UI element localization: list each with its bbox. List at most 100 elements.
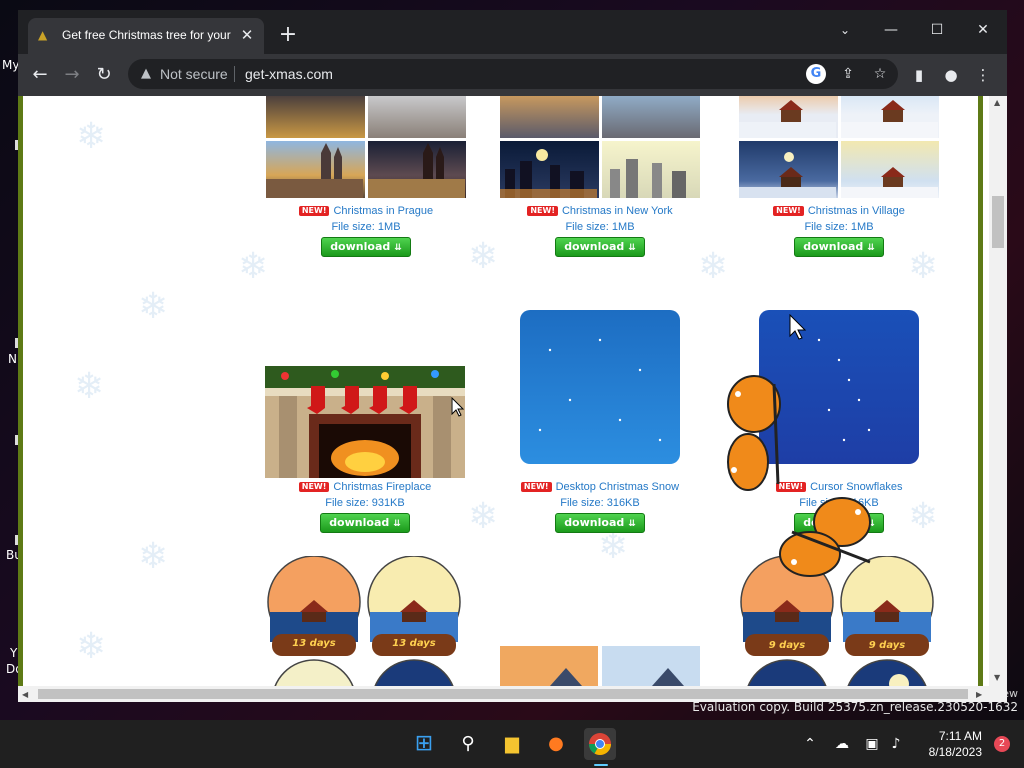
snow-globe-preview-image[interactable]: 13 days 13 days bbox=[266, 556, 466, 702]
file-size: File size: 1MB bbox=[804, 221, 874, 233]
page-border bbox=[18, 96, 23, 702]
cloud-icon[interactable]: ☁ bbox=[832, 734, 852, 754]
christmas-tree-icon: ▲ bbox=[38, 28, 48, 42]
item-title-link[interactable]: Christmas in Prague bbox=[333, 205, 433, 217]
system-clock[interactable]: 7:11 AM 8/18/2023 bbox=[929, 728, 982, 760]
download-button[interactable]: download⇊ bbox=[794, 237, 884, 257]
chevron-up-icon[interactable]: ⌃ bbox=[800, 734, 820, 754]
download-button[interactable]: download⇊ bbox=[321, 237, 411, 257]
scroll-right-icon[interactable]: ▶ bbox=[976, 690, 982, 699]
desktop-icon-label[interactable]: N bbox=[8, 352, 17, 366]
reload-icon[interactable]: ↻ bbox=[91, 62, 117, 88]
butterfly-icon bbox=[779, 497, 871, 577]
start-windows-icon[interactable]: ⊞ bbox=[408, 728, 440, 760]
snowflake-icon: ❄ bbox=[468, 236, 499, 277]
new-tab-button[interactable]: + bbox=[276, 24, 300, 48]
snowflake-icon: ❄ bbox=[76, 116, 107, 157]
browser-tab[interactable]: ▲ Get free Christmas tree for your d ✕ bbox=[28, 18, 264, 54]
close-window-button[interactable]: ✕ bbox=[963, 16, 1003, 44]
scroll-up-icon[interactable]: ▲ bbox=[994, 98, 1000, 107]
page-border bbox=[978, 96, 983, 702]
forward-arrow-icon[interactable]: → bbox=[59, 62, 85, 88]
download-button[interactable]: download⇊ bbox=[555, 513, 645, 533]
new-york-preview-image[interactable] bbox=[500, 96, 700, 198]
firefox-icon[interactable]: ● bbox=[540, 728, 572, 760]
butterfly-icon bbox=[727, 375, 781, 491]
tab-search-button[interactable]: ⌄ bbox=[825, 16, 865, 44]
tab-title: Get free Christmas tree for your d bbox=[62, 28, 232, 42]
vertical-scrollbar[interactable]: ▲ ▼ bbox=[989, 96, 1007, 686]
file-explorer-icon[interactable]: ▆ bbox=[496, 728, 528, 760]
desktop-icon-label[interactable]: My bbox=[2, 58, 19, 72]
mouse-cursor-icon bbox=[451, 397, 465, 417]
new-badge: NEW! bbox=[773, 206, 804, 217]
screensaver-item: NEW! Christmas in Prague File size: 1MB d… bbox=[266, 96, 466, 260]
screensaver-item: NEW! Christmas in New York File size: 1MB… bbox=[500, 96, 700, 260]
bookmark-star-icon[interactable]: ☆ bbox=[870, 64, 890, 84]
horizontal-scrollbar[interactable]: ◀ ▶ bbox=[18, 686, 1007, 702]
item-title-link[interactable]: Christmas in New York bbox=[562, 205, 673, 217]
item-title-link[interactable]: Desktop Christmas Snow bbox=[556, 481, 680, 493]
new-badge: NEW! bbox=[520, 482, 552, 493]
download-button[interactable]: download⇊ bbox=[555, 237, 645, 257]
screensaver-item: NEW! Desktop Christmas Snow File size: 31… bbox=[500, 310, 700, 533]
file-size: File size: 931KB bbox=[325, 497, 405, 509]
active-app-indicator bbox=[594, 764, 608, 766]
volume-icon[interactable]: ♪ bbox=[886, 734, 906, 754]
days-counter: 9 days bbox=[868, 640, 906, 651]
google-lens-icon[interactable]: G bbox=[806, 64, 826, 84]
vertical-scroll-thumb[interactable] bbox=[992, 196, 1004, 248]
search-icon[interactable]: ⚲ bbox=[452, 728, 484, 760]
profile-icon[interactable]: ● bbox=[939, 63, 963, 87]
snowflake-icon: ❄ bbox=[74, 366, 105, 407]
file-size: File size: 1MB bbox=[565, 221, 635, 233]
maximize-button[interactable]: ☐ bbox=[917, 16, 957, 44]
screensaver-item: NEW! Christmas in Village File size: 1MB … bbox=[739, 96, 939, 260]
horizontal-scroll-thumb[interactable] bbox=[38, 689, 968, 699]
new-badge: NEW! bbox=[527, 206, 558, 217]
scroll-left-icon[interactable]: ◀ bbox=[22, 690, 28, 699]
download-arrow-icon: ⇊ bbox=[628, 243, 636, 253]
mouse-cursor-icon bbox=[789, 314, 807, 340]
days-counter: 9 days bbox=[768, 640, 806, 651]
scroll-down-icon[interactable]: ▼ bbox=[994, 673, 1000, 682]
clock-time: 7:11 AM bbox=[938, 729, 982, 743]
new-badge: NEW! bbox=[298, 482, 330, 493]
close-tab-icon[interactable]: ✕ bbox=[238, 26, 256, 44]
snowflake-icon: ❄ bbox=[238, 246, 269, 287]
days-counter: 13 days bbox=[392, 638, 436, 649]
security-status[interactable]: Not secure bbox=[160, 66, 228, 82]
chrome-icon[interactable] bbox=[584, 728, 616, 760]
clock-date: 8/18/2023 bbox=[928, 745, 982, 759]
download-arrow-icon: ⇊ bbox=[867, 243, 875, 253]
download-arrow-icon: ⇊ bbox=[394, 243, 402, 253]
menu-dots-icon[interactable]: ⋮ bbox=[971, 63, 995, 87]
item-title-link[interactable]: Christmas Fireplace bbox=[333, 481, 431, 493]
address-bar[interactable]: ▲ Not secure get-xmas.com G ⇪ ☆ bbox=[128, 59, 898, 89]
divider bbox=[234, 66, 235, 82]
download-arrow-icon: ⇊ bbox=[628, 519, 636, 529]
fireplace-preview-image[interactable] bbox=[265, 366, 465, 478]
minimize-button[interactable]: — bbox=[871, 16, 911, 44]
snowflake-icon: ❄ bbox=[138, 536, 169, 577]
desktop-snow-preview-image[interactable] bbox=[520, 310, 680, 464]
screensaver-item: NEW! Christmas Fireplace File size: 931KB… bbox=[265, 366, 465, 546]
back-arrow-icon[interactable]: ← bbox=[27, 62, 53, 88]
share-icon[interactable]: ⇪ bbox=[838, 64, 858, 84]
file-size: File size: 316KB bbox=[560, 497, 640, 509]
days-counter: 13 days bbox=[292, 638, 336, 649]
new-badge: NEW! bbox=[298, 206, 330, 217]
village-preview-image[interactable] bbox=[739, 96, 939, 198]
network-icon[interactable]: ▣ bbox=[862, 734, 882, 754]
prague-preview-image[interactable] bbox=[266, 96, 466, 198]
notification-badge[interactable]: 2 bbox=[994, 736, 1010, 752]
tab-strip: ▲ Get free Christmas tree for your d ✕ +… bbox=[18, 10, 1007, 54]
side-panel-icon[interactable]: ▮ bbox=[907, 63, 931, 87]
download-arrow-icon: ⇊ bbox=[393, 519, 401, 529]
item-title-link[interactable]: Christmas in Village bbox=[808, 205, 905, 217]
warning-icon[interactable]: ▲ bbox=[138, 66, 154, 82]
download-button[interactable]: download⇊ bbox=[320, 513, 410, 533]
page-viewport: ❄ ❄ ❄ ❄ ❄ ❄ ❄ ❄ ❄ ❄ ❄ ❄ NEW! Christmas i… bbox=[18, 96, 1007, 702]
desktop-icon-label[interactable]: Y bbox=[10, 646, 17, 660]
url-text[interactable]: get-xmas.com bbox=[245, 66, 333, 82]
